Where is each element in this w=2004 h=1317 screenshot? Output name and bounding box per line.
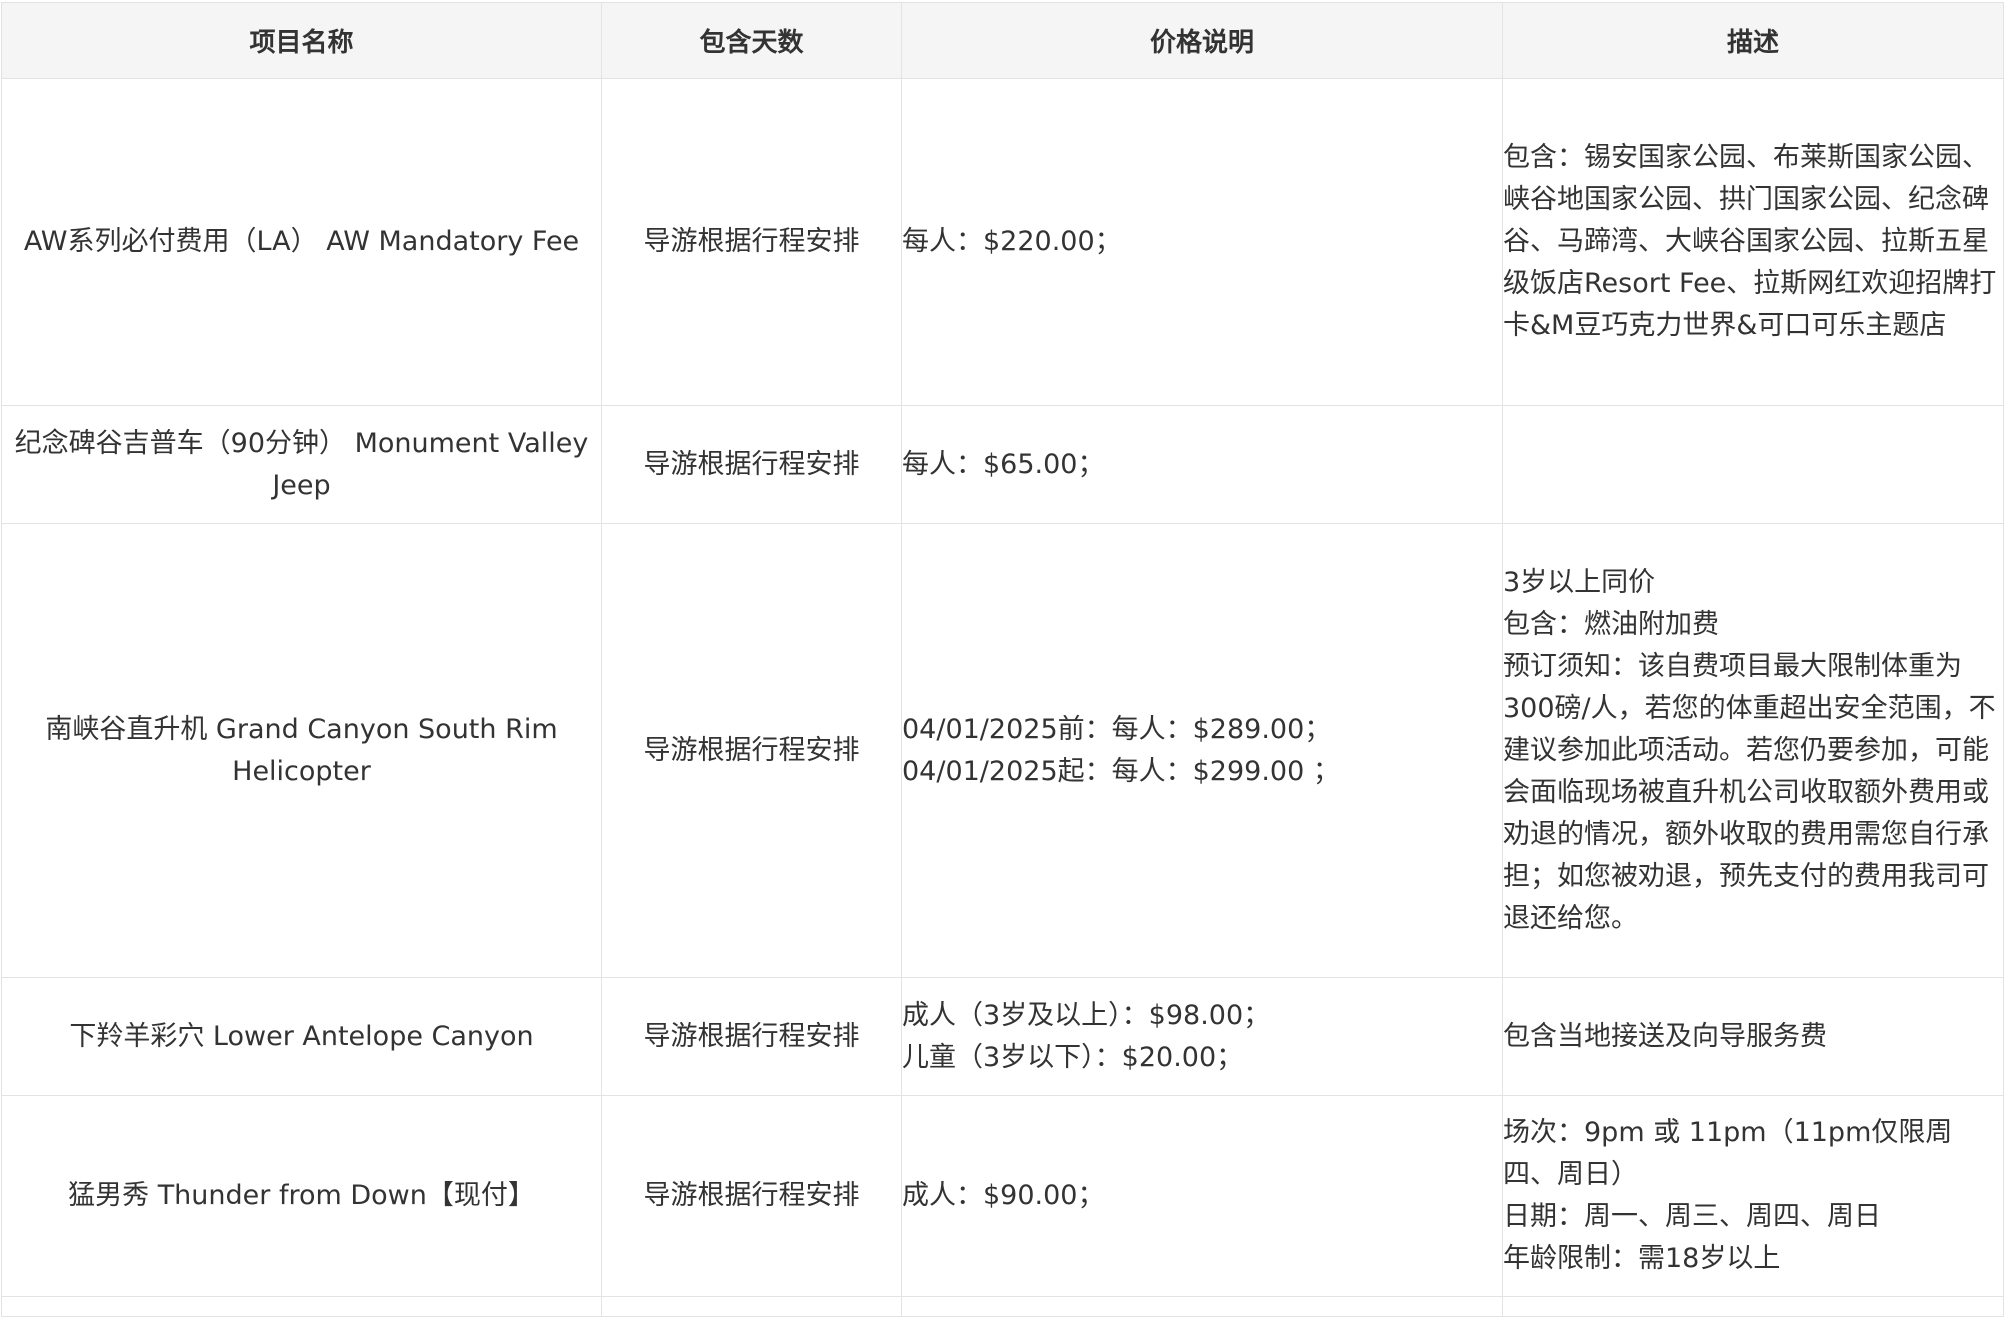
fee-table: 项目名称 包含天数 价格说明 描述 AW系列必付费用（LA） AW Mandat… — [1, 2, 2004, 1317]
description-line: 包含：锡安国家公园、布莱斯国家公园、峡谷地国家公园、拱门国家公园、纪念碑谷、马蹄… — [1503, 142, 1997, 341]
description-line: 年龄限制：需18岁以上 — [1503, 1243, 1781, 1274]
header-days-included: 包含天数 — [601, 2, 902, 79]
item-name-cell: 猛男秀 Thunder from Down【现付】 — [1, 1095, 602, 1297]
price-line: 儿童（3岁以下）：$20.00； — [902, 1041, 1244, 1073]
description-cell — [1502, 1296, 2004, 1317]
price-line: 每人：$220.00； — [902, 226, 1122, 257]
description-line: 日期：周一、周三、周四、周日 — [1503, 1201, 1881, 1232]
table-header-row: 项目名称 包含天数 价格说明 描述 — [1, 2, 2004, 79]
description-line: 包含当地接送及向导服务费 — [1503, 1020, 1827, 1052]
item-name-cell: 纪念碑谷吉普车（90分钟） Monument Valley Jeep — [1, 405, 602, 524]
days-cell: 导游根据行程安排 — [601, 405, 902, 524]
header-price-description: 价格说明 — [901, 2, 1503, 79]
price-cell: 每人：$65.00； — [901, 405, 1503, 524]
table-row: 下羚羊彩穴 Lower Antelope Canyon 导游根据行程安排 成人（… — [1, 977, 2004, 1096]
price-line: 成人：$90.00； — [902, 1180, 1105, 1211]
description-line: 场次：9pm 或 11pm（11pm仅限周四、周日） — [1503, 1117, 1953, 1190]
description-cell: 3岁以上同价 包含：燃油附加费 预订须知：该自费项目最大限制体重为300磅/人，… — [1502, 523, 2004, 978]
item-name-cell: AW系列必付费用（LA） AW Mandatory Fee — [1, 78, 602, 406]
item-name-cell — [1, 1296, 602, 1317]
table-row: 猛男秀 Thunder from Down【现付】 导游根据行程安排 成人：$9… — [1, 1095, 2004, 1297]
item-name-cell: 南峡谷直升机 Grand Canyon South Rim Helicopter — [1, 523, 602, 978]
description-line: 预订须知：该自费项目最大限制体重为300磅/人，若您的体重超出安全范围，不建议参… — [1503, 650, 1996, 934]
table-row: 南峡谷直升机 Grand Canyon South Rim Helicopter… — [1, 523, 2004, 978]
price-cell: 每人：$220.00； — [901, 78, 1503, 406]
price-line: 每人：$65.00； — [902, 448, 1105, 480]
price-cell: 成人：$90.00； — [901, 1095, 1503, 1297]
days-cell — [601, 1296, 902, 1317]
price-cell: 04/01/2025前：每人：$289.00； 04/01/2025起：每人：$… — [901, 523, 1503, 978]
table-row-partial — [1, 1296, 2004, 1317]
table-row: 纪念碑谷吉普车（90分钟） Monument Valley Jeep 导游根据行… — [1, 405, 2004, 524]
days-cell: 导游根据行程安排 — [601, 977, 902, 1096]
description-cell: 包含当地接送及向导服务费 — [1502, 977, 2004, 1096]
price-line: 04/01/2025起：每人：$299.00 ； — [902, 755, 1340, 787]
price-line: 成人（3岁及以上）：$98.00； — [902, 999, 1271, 1031]
description-cell: 包含：锡安国家公园、布莱斯国家公园、峡谷地国家公园、拱门国家公园、纪念碑谷、马蹄… — [1502, 78, 2004, 406]
description-line: 包含：燃油附加费 — [1503, 608, 1719, 640]
description-cell: 场次：9pm 或 11pm（11pm仅限周四、周日） 日期：周一、周三、周四、周… — [1502, 1095, 2004, 1297]
days-cell: 导游根据行程安排 — [601, 78, 902, 406]
price-cell — [901, 1296, 1503, 1317]
price-line: 04/01/2025前：每人：$289.00； — [902, 713, 1332, 745]
description-line: 3岁以上同价 — [1503, 566, 1656, 598]
header-item-name: 项目名称 — [1, 2, 602, 79]
price-cell: 成人（3岁及以上）：$98.00； 儿童（3岁以下）：$20.00； — [901, 977, 1503, 1096]
item-name-cell: 下羚羊彩穴 Lower Antelope Canyon — [1, 977, 602, 1096]
days-cell: 导游根据行程安排 — [601, 523, 902, 978]
header-description: 描述 — [1502, 2, 2004, 79]
table-row: AW系列必付费用（LA） AW Mandatory Fee 导游根据行程安排 每… — [1, 78, 2004, 406]
days-cell: 导游根据行程安排 — [601, 1095, 902, 1297]
description-cell — [1502, 405, 2004, 524]
